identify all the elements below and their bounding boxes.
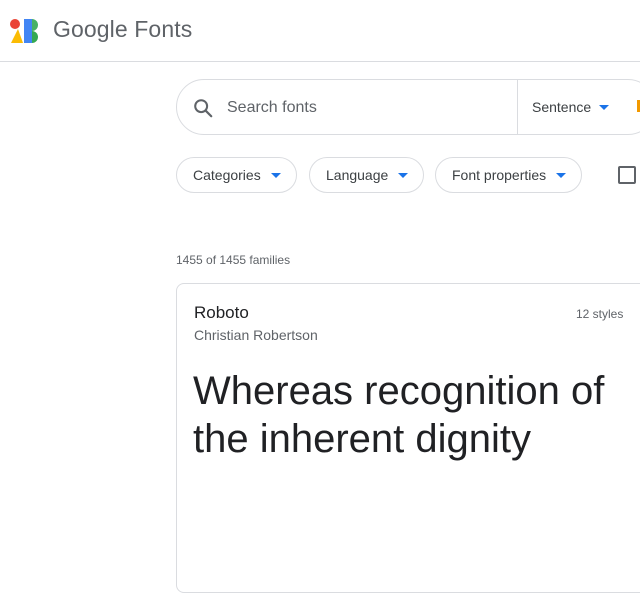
brand-google: Google bbox=[53, 16, 128, 42]
caret-down-icon bbox=[599, 104, 610, 110]
font-styles-count: 12 styles bbox=[576, 307, 624, 321]
search-input[interactable] bbox=[225, 80, 509, 136]
caret-down-icon bbox=[398, 172, 409, 178]
preview-mode-label: Sentence bbox=[532, 99, 592, 115]
brand-title[interactable]: Google Fonts bbox=[53, 16, 192, 43]
preview-mode-select[interactable]: Sentence bbox=[532, 80, 610, 134]
font-author: Christian Robertson bbox=[194, 327, 318, 343]
caret-down-icon bbox=[556, 172, 567, 178]
search-bar: Sentence bbox=[176, 79, 640, 136]
language-filter-button[interactable]: Language bbox=[309, 157, 425, 193]
brand-fonts: Fonts bbox=[134, 16, 193, 42]
font-properties-filter-label: Font properties bbox=[452, 167, 547, 183]
categories-filter-button[interactable]: Categories bbox=[176, 157, 297, 193]
font-properties-filter-button[interactable]: Font properties bbox=[435, 157, 583, 193]
font-preview-text[interactable]: Whereas recognition of the inherent dign… bbox=[193, 367, 623, 463]
categories-filter-label: Categories bbox=[193, 167, 261, 183]
font-card[interactable]: Roboto Christian Robertson 12 styles Whe… bbox=[176, 283, 640, 593]
search-icon bbox=[194, 99, 213, 118]
results-count: 1455 of 1455 families bbox=[176, 253, 291, 267]
filter-checkbox[interactable] bbox=[618, 166, 636, 184]
search-divider bbox=[517, 80, 518, 134]
google-fonts-logo-icon[interactable] bbox=[9, 17, 41, 45]
app-header: Google Fonts bbox=[0, 0, 640, 62]
caret-down-icon bbox=[270, 172, 281, 178]
language-filter-label: Language bbox=[326, 167, 389, 183]
font-name[interactable]: Roboto bbox=[194, 303, 249, 323]
